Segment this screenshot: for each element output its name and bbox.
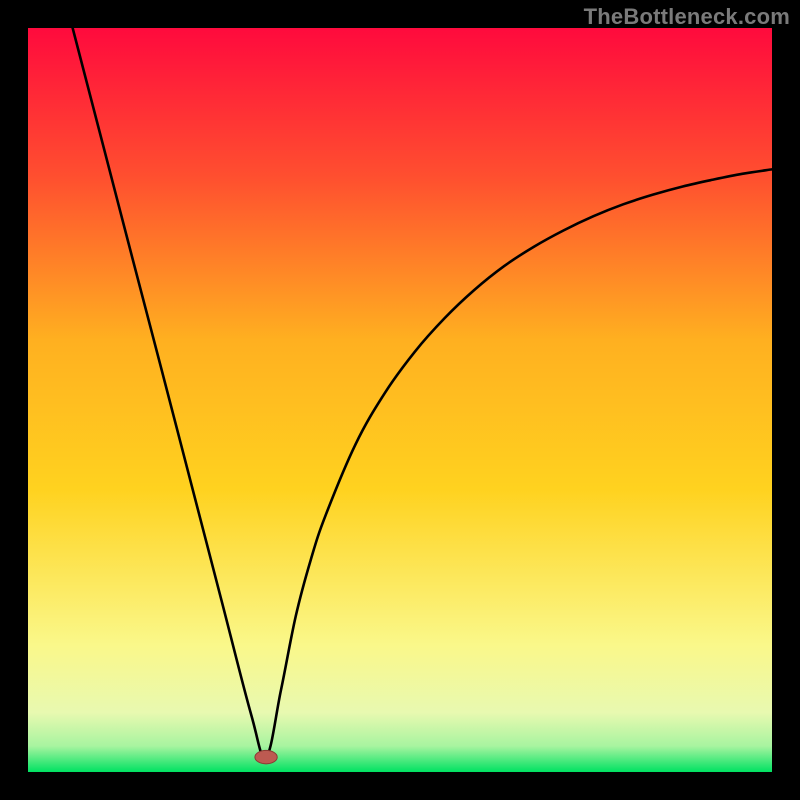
attribution-text: TheBottleneck.com [584,4,790,30]
plot-svg [28,28,772,772]
gradient-background [28,28,772,772]
chart-figure: TheBottleneck.com [0,0,800,800]
plot-area [28,28,772,772]
optimal-point-marker [255,750,277,763]
